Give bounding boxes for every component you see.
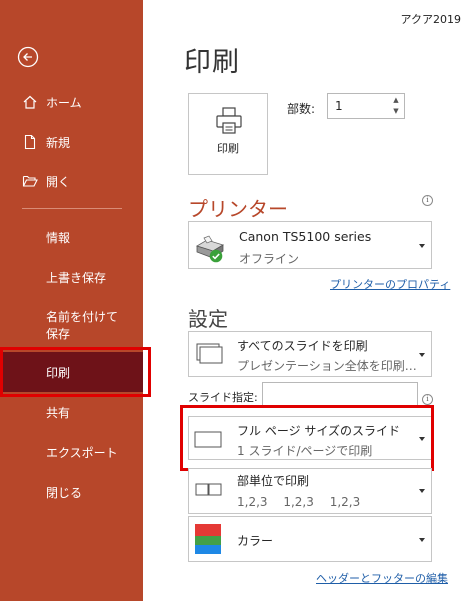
print-range-title: すべてのスライドを印刷 [237, 339, 368, 353]
printer-dropdown[interactable]: Canon TS5100 series オフライン [188, 221, 432, 269]
copies-input[interactable]: 1 ▲ ▼ [327, 93, 405, 119]
printer-status: オフライン [239, 252, 300, 266]
home-icon [22, 94, 38, 110]
print-button[interactable]: 印刷 [188, 93, 268, 175]
layout-title: フル ページ サイズのスライド [237, 424, 401, 438]
sidebar-item-label: 共有 [46, 405, 71, 420]
sidebar-item-label: 名前を付けて保存 [46, 310, 119, 341]
slides-input[interactable] [262, 382, 418, 408]
collate-title: 部単位で印刷 [237, 474, 310, 488]
spin-up-icon[interactable]: ▲ [390, 95, 402, 106]
sidebar-item-label: エクスポート [46, 445, 118, 460]
header-footer-link[interactable]: ヘッダーとフッターの編集 [316, 570, 448, 586]
chevron-down-icon [419, 489, 425, 493]
new-document-icon [22, 134, 38, 150]
sidebar-item-label: 印刷 [46, 365, 71, 380]
all-slides-icon [196, 343, 223, 364]
folder-icon [22, 173, 38, 189]
sidebar-item-close[interactable]: 閉じる [0, 472, 143, 512]
backstage-sidebar: ホーム 新規 開く 情報 上書き保存 名前を付けて保存 印刷 共有 エクスポート… [0, 0, 143, 601]
chevron-down-icon [419, 353, 425, 357]
chevron-down-icon [419, 538, 425, 542]
sidebar-item-label: 開く [46, 174, 71, 189]
printer-name: Canon TS5100 series [239, 229, 372, 244]
collate-dropdown[interactable]: 部単位で印刷 1,2,3 1,2,3 1,2,3 [188, 468, 432, 514]
printer-icon [216, 107, 242, 134]
sidebar-divider [22, 208, 122, 209]
chevron-down-icon [419, 437, 425, 441]
spin-down-icon[interactable]: ▼ [390, 106, 402, 117]
color-icon [195, 524, 221, 554]
sidebar-item-save[interactable]: 上書き保存 [0, 257, 143, 297]
layout-dropdown[interactable]: フル ページ サイズのスライド 1 スライド/ページで印刷 [188, 416, 432, 460]
sidebar-item-save-as[interactable]: 名前を付けて保存 [0, 304, 143, 348]
layout-subtitle: 1 スライド/ページで印刷 [237, 444, 373, 458]
info-icon[interactable]: i [422, 195, 433, 206]
sidebar-item-label: 上書き保存 [46, 270, 107, 285]
sidebar-item-new[interactable]: 新規 [0, 122, 143, 162]
print-range-dropdown[interactable]: すべてのスライドを印刷 プレゼンテーション全体を印刷… [188, 331, 432, 377]
printer-heading: プリンター [188, 197, 288, 221]
sidebar-item-label: ホーム [46, 95, 82, 110]
copies-label: 部数: [287, 102, 316, 116]
full-page-slide-icon [194, 431, 222, 448]
slides-label: スライド指定: [188, 391, 258, 404]
color-dropdown[interactable]: カラー [188, 516, 432, 562]
window-title: アクア2019 [400, 13, 461, 26]
sidebar-item-print[interactable]: 印刷 [0, 352, 143, 392]
page-title: 印刷 [184, 47, 240, 78]
sidebar-item-label: 閉じる [46, 485, 83, 500]
printer-properties-link[interactable]: プリンターのプロパティ [330, 276, 450, 292]
print-button-label: 印刷 [217, 142, 239, 155]
copies-value: 1 [335, 99, 343, 113]
sidebar-item-share[interactable]: 共有 [0, 392, 143, 432]
back-arrow-icon[interactable] [17, 46, 39, 68]
color-title: カラー [237, 534, 274, 548]
check-icon [209, 249, 223, 263]
sidebar-item-export[interactable]: エクスポート [0, 432, 143, 472]
sidebar-item-label: 新規 [46, 135, 71, 150]
chevron-down-icon [419, 244, 425, 248]
collate-subtitle: 1,2,3 1,2,3 1,2,3 [237, 495, 361, 509]
sidebar-item-label: 情報 [46, 230, 71, 245]
sidebar-item-home[interactable]: ホーム [0, 82, 143, 122]
info-icon[interactable]: i [422, 394, 433, 405]
print-range-subtitle: プレゼンテーション全体を印刷… [237, 359, 417, 373]
collate-icon [195, 483, 222, 496]
sidebar-item-info[interactable]: 情報 [0, 217, 143, 257]
sidebar-item-open[interactable]: 開く [0, 161, 143, 201]
settings-heading: 設定 [188, 307, 228, 331]
